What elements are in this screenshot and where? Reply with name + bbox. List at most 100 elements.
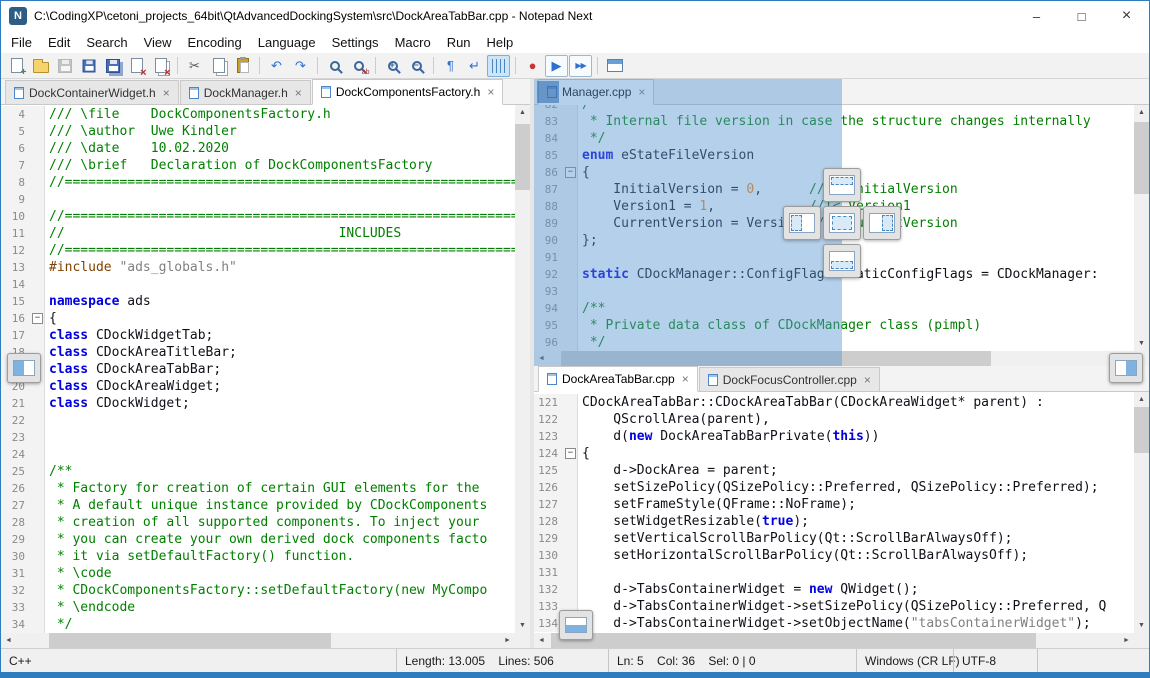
menu-item-view[interactable]: View [136,33,180,52]
tab-close-icon[interactable]: × [682,373,689,385]
tab-dockfocuscontroller-cpp[interactable]: DockFocusController.cpp× [699,367,880,391]
menu-item-file[interactable]: File [3,33,40,52]
new-file-button[interactable] [5,55,28,77]
code-text: d->TabsContainerWidget->setObjectName("t… [578,615,1134,632]
horizontal-scrollbar[interactable]: ◄ ► [1,633,515,648]
document-map-button[interactable] [603,55,626,77]
drop-indicator-edge-left[interactable] [7,353,41,383]
close-button[interactable]: × [1104,1,1149,31]
status-encoding[interactable]: UTF-8 [953,649,1037,672]
drop-indicator-bottom[interactable] [823,244,861,278]
fold-marker-icon[interactable] [563,445,578,462]
horizontal-scrollbar[interactable]: ◄ ► [534,633,1134,648]
scrollbar-thumb[interactable] [1134,122,1149,194]
run-macro-multiple-button[interactable]: ▶▶ [569,55,592,77]
playback-macro-button[interactable]: ▶ [545,55,568,77]
tab-dockmanager-h[interactable]: DockManager.h× [180,80,311,104]
scroll-down-button[interactable]: ▼ [515,618,530,633]
status-eol-format[interactable]: Windows (CR LF) [856,649,953,672]
save-a-copy-button[interactable] [77,55,100,77]
fold-marker-icon[interactable] [30,310,45,327]
redo-button[interactable]: ↷ [289,55,312,77]
scrollbar-thumb[interactable] [1134,407,1149,453]
menu-item-encoding[interactable]: Encoding [180,33,250,52]
minimize-button[interactable]: – [1014,1,1059,31]
scroll-left-button[interactable]: ◄ [534,633,549,648]
save-button[interactable] [53,55,76,77]
tab-close-icon[interactable]: × [487,86,494,98]
show-all-characters-button[interactable]: ¶ [439,55,462,77]
scroll-up-button[interactable]: ▲ [515,105,530,120]
cut-icon: ✂ [189,59,200,72]
fold-margin [30,514,45,531]
scroll-left-button[interactable]: ◄ [1,633,16,648]
scroll-down-button[interactable]: ▼ [1134,336,1149,351]
drop-indicator-top[interactable] [823,168,861,202]
file-icon [321,86,331,98]
drop-indicator-center[interactable] [823,206,861,240]
menu-item-macro[interactable]: Macro [387,33,439,52]
scroll-right-button[interactable]: ► [500,633,515,648]
top-right-editor-pane: Manager.cpp× 82/**83 * Internal file ver… [534,79,1149,366]
code-line: 122 QScrollArea(parent), [534,411,1134,428]
tab-close-icon[interactable]: × [864,374,871,386]
tab-dockcomponentsfactory-h[interactable]: DockComponentsFactory.h× [312,79,504,105]
line-number: 21 [1,395,30,412]
tab-close-icon[interactable]: × [295,87,302,99]
copy-button[interactable] [207,55,230,77]
tab-close-icon[interactable]: × [163,87,170,99]
drop-indicator-edge-right[interactable] [1109,353,1143,383]
drop-indicator-left[interactable] [783,206,821,240]
zoom-out-button[interactable] [405,55,428,77]
undo-button[interactable]: ↶ [265,55,288,77]
code-line: 34 */ [1,616,515,633]
code-line: 18class CDockAreaTitleBar; [1,344,515,361]
scrollbar-corner [515,633,530,648]
vertical-scrollbar[interactable]: ▲ ▼ [1134,105,1149,351]
menu-item-settings[interactable]: Settings [324,33,387,52]
close-all-button[interactable] [149,55,172,77]
title-bar[interactable]: N C:\CodingXP\cetoni_projects_64bit\QtAd… [1,1,1149,31]
menu-item-edit[interactable]: Edit [40,33,78,52]
vertical-scrollbar[interactable]: ▲ ▼ [1134,392,1149,633]
scroll-right-button[interactable]: ► [1119,633,1134,648]
code-line: 30 * it via setDefaultFactory() function… [1,548,515,565]
scroll-up-button[interactable]: ▲ [1134,105,1149,120]
replace-button[interactable] [347,55,370,77]
line-number: 132 [534,581,563,598]
maximize-button[interactable]: □ [1059,1,1104,31]
code-text: { [578,445,1134,462]
scrollbar-thumb[interactable] [551,633,1036,648]
code-line: 11// INCLUDES [1,225,515,242]
word-wrap-button[interactable]: ↵ [463,55,486,77]
find-button[interactable] [323,55,346,77]
menu-item-search[interactable]: Search [78,33,135,52]
tab-dockareatabbar-cpp[interactable]: DockAreaTabBar.cpp × [538,366,698,392]
paste-button[interactable] [231,55,254,77]
status-language[interactable]: C++ [1,649,396,672]
scroll-down-button[interactable]: ▼ [1134,618,1149,633]
line-number: 23 [1,429,30,446]
record-macro-button[interactable]: ● [521,55,544,77]
bottom-right-code-editor[interactable]: 121CDockAreaTabBar::CDockAreaTabBar(CDoc… [534,392,1134,633]
tab-label: DockAreaTabBar.cpp [562,372,675,386]
open-file-button[interactable] [29,55,52,77]
cut-button[interactable]: ✂ [183,55,206,77]
scrollbar-thumb[interactable] [49,633,331,648]
tab-dockcontainerwidget-h[interactable]: DockContainerWidget.h× [5,80,179,104]
left-code-editor[interactable]: 4/// \file DockComponentsFactory.h5/// \… [1,105,515,633]
line-number: 31 [1,565,30,582]
menu-item-help[interactable]: Help [479,33,522,52]
save-all-button[interactable] [101,55,124,77]
menu-item-language[interactable]: Language [250,33,324,52]
status-cursor-position: Ln: 5 Col: 36 Sel: 0 | 0 [608,649,856,672]
scrollbar-thumb[interactable] [515,124,530,190]
scroll-up-button[interactable]: ▲ [1134,392,1149,407]
close-button[interactable] [125,55,148,77]
zoom-in-button[interactable] [381,55,404,77]
menu-item-run[interactable]: Run [439,33,479,52]
vertical-scrollbar[interactable]: ▲ ▼ [515,105,530,633]
drop-indicator-edge-bottom[interactable] [559,610,593,640]
indent-guide-button[interactable] [487,55,510,77]
drop-indicator-right[interactable] [863,206,901,240]
